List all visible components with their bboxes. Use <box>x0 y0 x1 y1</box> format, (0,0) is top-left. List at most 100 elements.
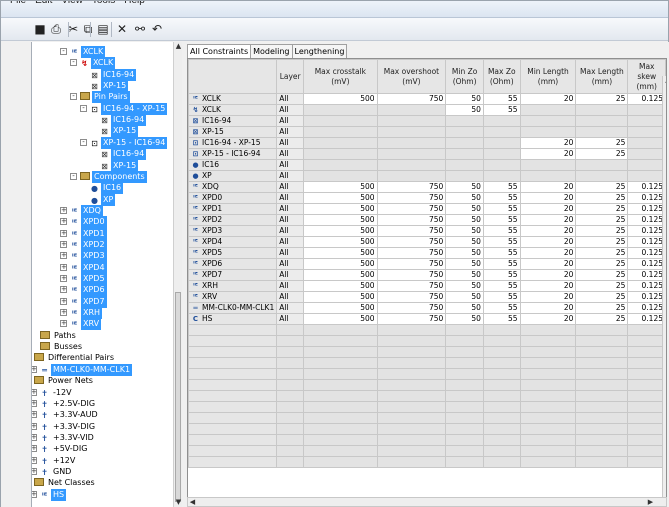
tree-item[interactable]: + ✝ +3.3V-VID <box>32 432 96 444</box>
grid-vertical-scrollbar[interactable]: ▲ ▼ <box>662 76 666 497</box>
tree-item[interactable]: + ✝ GND <box>32 466 73 478</box>
menu-view[interactable]: View <box>61 1 83 6</box>
value-cell[interactable]: 25 <box>575 313 629 325</box>
layer-cell[interactable]: All <box>276 247 305 259</box>
value-cell[interactable]: 750 <box>376 192 447 204</box>
value-cell[interactable]: 50 <box>445 203 484 215</box>
value-cell[interactable]: 25 <box>575 181 629 193</box>
value-cell[interactable] <box>519 170 577 182</box>
expand-icon[interactable]: + <box>60 286 67 294</box>
row-header[interactable]: ᴵᴱ XPD2 <box>188 214 278 226</box>
value-cell[interactable]: 750 <box>376 302 447 314</box>
value-cell[interactable] <box>627 159 666 171</box>
value-cell[interactable] <box>575 170 629 182</box>
value-cell[interactable] <box>519 104 577 116</box>
save-icon[interactable]: ■ <box>32 21 48 37</box>
value-cell[interactable] <box>627 126 666 138</box>
value-cell[interactable]: 0.125 <box>627 269 666 281</box>
value-cell[interactable]: 500 <box>303 258 378 270</box>
tree-item[interactable]: + ✝ -12V <box>32 387 74 399</box>
layer-cell[interactable]: All <box>276 170 305 182</box>
tab-modeling[interactable]: Modeling <box>250 44 293 58</box>
value-cell[interactable]: 50 <box>445 269 484 281</box>
value-cell[interactable] <box>303 104 378 116</box>
corner-header[interactable] <box>188 59 278 94</box>
value-cell[interactable]: 20 <box>519 313 577 325</box>
row-header[interactable]: ᴵᴱ XPD0 <box>188 192 278 204</box>
value-cell[interactable]: 20 <box>519 302 577 314</box>
value-cell[interactable]: 50 <box>445 258 484 270</box>
layer-cell[interactable]: All <box>276 302 305 314</box>
delete-icon[interactable]: ✕ <box>114 21 130 37</box>
value-cell[interactable]: 0.125 <box>627 313 666 325</box>
tree-item[interactable]: + ✝ +5V-DIG <box>32 443 89 455</box>
value-cell[interactable]: 20 <box>519 258 577 270</box>
value-cell[interactable]: 20 <box>519 269 577 281</box>
table-row[interactable]: ᴵᴱ XPD3 All 500 750 50 55 20 25 0.125 <box>188 225 666 237</box>
value-cell[interactable]: 0.125 <box>627 93 666 105</box>
table-row[interactable]: ● IC16 All <box>188 159 666 171</box>
value-cell[interactable] <box>482 137 521 149</box>
value-cell[interactable]: 500 <box>303 302 378 314</box>
table-row[interactable]: ᴵᴱ XPD0 All 500 750 50 55 20 25 0.125 <box>188 192 666 204</box>
tree-item[interactable]: - ᴵᴱ XCLK <box>60 46 106 58</box>
tree-item[interactable]: - Pin Pairs <box>70 91 130 104</box>
value-cell[interactable]: 500 <box>303 313 378 325</box>
value-cell[interactable]: 25 <box>575 258 629 270</box>
value-cell[interactable]: 750 <box>376 247 447 259</box>
undo-icon[interactable]: ↶ <box>149 21 165 37</box>
value-cell[interactable]: 55 <box>482 225 521 237</box>
value-cell[interactable] <box>445 126 484 138</box>
tree-item[interactable]: ⊠ XP-15 <box>90 80 129 93</box>
value-cell[interactable]: 0.125 <box>627 291 666 303</box>
value-cell[interactable] <box>627 170 666 182</box>
row-header[interactable]: ᴵᴱ XPD3 <box>188 225 278 237</box>
row-header[interactable]: ⊠ XP-15 <box>188 126 278 138</box>
table-row[interactable]: ᴵᴱ XPD7 All 500 750 50 55 20 25 0.125 <box>188 269 666 281</box>
scroll-right-arrow-icon[interactable]: ▶ <box>646 498 655 506</box>
table-row[interactable]: ᴵᴱ XCLK All 500 750 50 55 20 25 0.125 <box>188 93 666 105</box>
value-cell[interactable]: 0.125 <box>627 247 666 259</box>
menu-edit[interactable]: Edit <box>35 1 52 6</box>
value-cell[interactable]: 20 <box>519 247 577 259</box>
expand-icon[interactable]: + <box>32 433 37 441</box>
value-cell[interactable]: 500 <box>303 291 378 303</box>
tree-item[interactable]: + ═ MM-CLK0-MM-CLK1 <box>32 363 133 376</box>
row-header[interactable]: ᴵᴱ XRV <box>188 291 278 303</box>
expand-icon[interactable]: + <box>32 388 37 396</box>
value-cell[interactable] <box>376 115 447 127</box>
menu-file[interactable]: File <box>10 1 26 6</box>
value-cell[interactable]: 50 <box>445 280 484 292</box>
value-cell[interactable]: 55 <box>482 291 521 303</box>
column-header[interactable]: Max Length (mm) <box>575 59 629 94</box>
table-row[interactable]: ⊠ IC16-94 All <box>188 115 666 127</box>
tree-item[interactable]: Paths <box>40 330 78 342</box>
value-cell[interactable]: 55 <box>482 93 521 105</box>
collapse-icon[interactable]: - <box>70 93 77 101</box>
value-cell[interactable] <box>575 115 629 127</box>
layer-cell[interactable]: All <box>276 159 305 171</box>
tree-vertical-scrollbar[interactable]: ▲ ▼ <box>173 42 182 507</box>
collapse-icon[interactable]: - <box>70 59 77 67</box>
paste-icon[interactable]: ▤ <box>95 21 111 37</box>
layer-cell[interactable]: All <box>276 126 305 138</box>
value-cell[interactable] <box>482 159 521 171</box>
value-cell[interactable]: 500 <box>303 181 378 193</box>
print-icon[interactable]: ⎙ <box>48 21 64 37</box>
tree-item[interactable]: ● XP <box>90 193 116 206</box>
table-row[interactable]: ᴵᴱ XPD1 All 500 750 50 55 20 25 0.125 <box>188 203 666 215</box>
value-cell[interactable] <box>575 126 629 138</box>
grid-horizontal-scrollbar[interactable]: ◀ ▶ <box>187 497 667 507</box>
value-cell[interactable]: 0.125 <box>627 236 666 248</box>
scroll-left-arrow-icon[interactable]: ◀ <box>188 498 197 506</box>
value-cell[interactable]: 750 <box>376 93 447 105</box>
value-cell[interactable] <box>445 148 484 160</box>
expand-icon[interactable]: + <box>60 218 67 226</box>
tree-item[interactable]: - ⊡ IC16-94 - XP-15 <box>80 102 168 115</box>
expand-icon[interactable]: + <box>60 297 67 305</box>
value-cell[interactable] <box>627 137 666 149</box>
value-cell[interactable]: 0.125 <box>627 302 666 314</box>
expand-icon[interactable]: + <box>32 399 37 407</box>
value-cell[interactable]: 750 <box>376 203 447 215</box>
table-row[interactable]: ⊡ IC16-94 - XP-15 All 20 25 <box>188 137 666 149</box>
